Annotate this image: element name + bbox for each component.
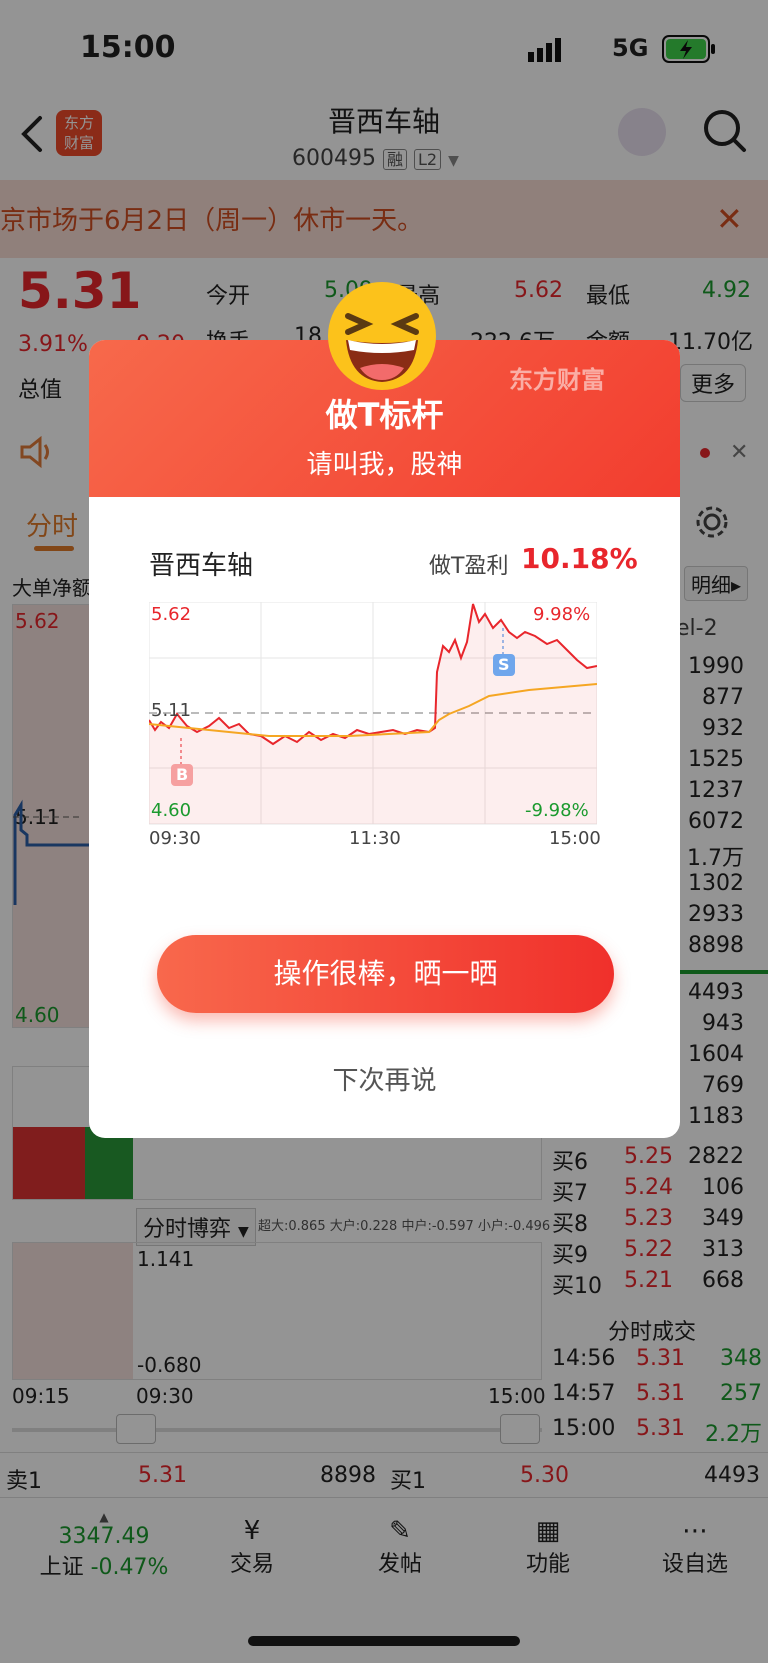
profit-label: 做T盈利 (429, 554, 509, 579)
buy-marker: B (176, 765, 189, 784)
sell-marker: S (498, 655, 510, 674)
modal-chart-time-end: 15:00 (549, 828, 601, 849)
modal-stock-name: 晋西车轴 (149, 551, 254, 581)
dismiss-later-button[interactable]: 下次再说 (89, 1060, 680, 1097)
modal-chart-time-start: 09:30 (149, 828, 201, 849)
laughing-emoji-icon (326, 280, 438, 392)
modal-chart-low: 4.60 (151, 800, 192, 821)
modal-chart-high: 5.62 (151, 604, 192, 625)
modal-chart-time-mid: 11:30 (349, 828, 401, 849)
profit-value: 10.18% (521, 542, 638, 575)
profit-modal: 东方财富 做T标杆 请叫我，股神 晋西车轴 做T盈利 10.18% B S 5.… (89, 340, 680, 1138)
share-button[interactable]: 操作很棒，晒一晒 (157, 935, 614, 1013)
modal-chart-pct-high: 9.98% (533, 604, 591, 625)
home-indicator (248, 1636, 520, 1646)
modal-title: 做T标杆 (325, 396, 444, 434)
modal-chart-pct-low: -9.98% (525, 800, 589, 821)
modal-chart: B S 5.62 5.11 4.60 9.98% -9.98% 09:30 11… (148, 601, 601, 852)
modal-subtitle: 请叫我，股神 (306, 450, 463, 480)
modal-chart-mid: 5.11 (151, 700, 192, 721)
